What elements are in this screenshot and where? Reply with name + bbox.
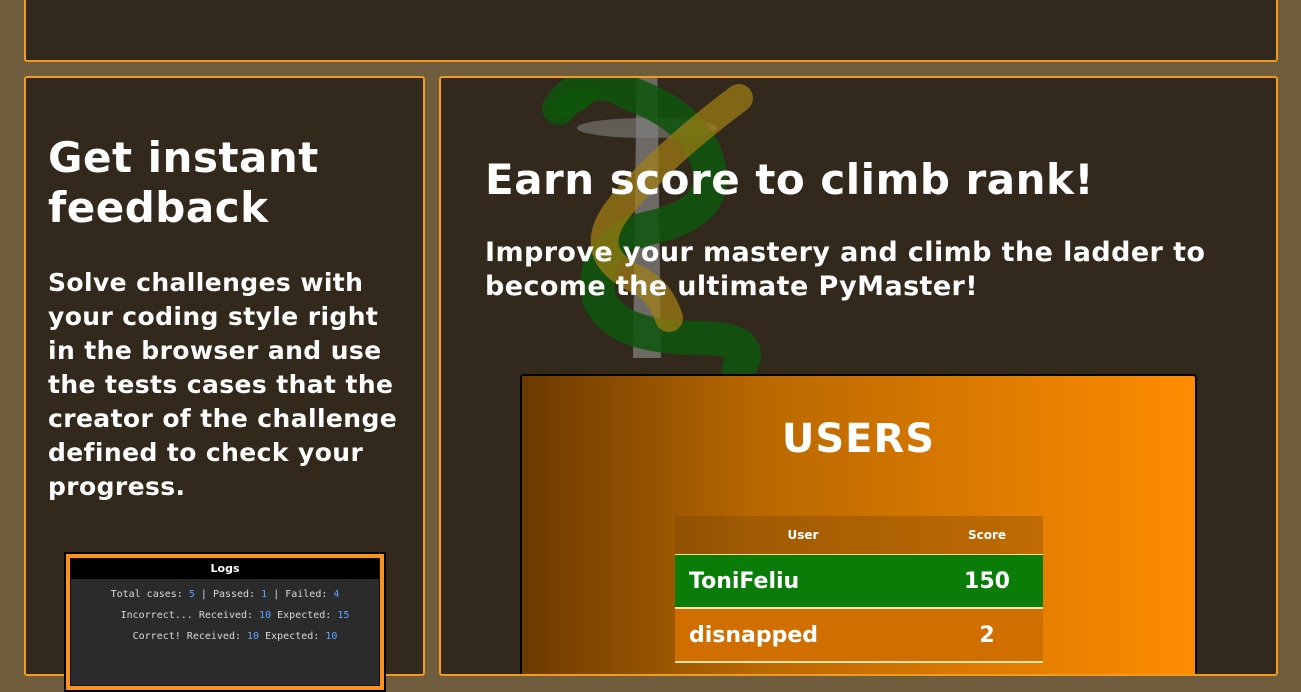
rank-description: Improve your mastery and climb the ladde… (485, 237, 1206, 302)
user-score-cell: 150 (931, 554, 1043, 609)
user-column-header: User (675, 516, 931, 555)
users-title: USERS (781, 416, 936, 462)
log-passed-value: 1 (261, 589, 268, 600)
log-line-summary: Total cases: 5 | Passed: 1 | Failed: 4 (71, 589, 379, 600)
score-column-header: Score (931, 516, 1043, 555)
log-correct-prefix: Correct! Received: (132, 631, 241, 642)
log-total-value: 5 (188, 589, 195, 600)
log-passed-label: | Passed: (200, 589, 256, 600)
rank-title: Earn score to climb rank! (485, 155, 1095, 204)
logs-header: Logs (71, 559, 379, 579)
users-leaderboard-card: USERS User Score ToniFeliu 150 disnapped… (520, 374, 1197, 674)
log-correct-expected-label: Expected: (265, 631, 320, 642)
users-table-header: User Score (675, 516, 1043, 555)
feedback-title: Get instant feedback (48, 133, 319, 232)
rank-panel: Earn score to climb rank! Improve your m… (439, 76, 1278, 676)
top-panel (24, 0, 1278, 62)
users-table: User Score ToniFeliu 150 disnapped 2 (675, 516, 1043, 663)
logs-preview: Logs Total cases: 5 | Passed: 1 | Failed… (64, 552, 386, 692)
log-failed-value: 4 (333, 589, 340, 600)
log-incorrect-expected: 15 (337, 610, 350, 621)
table-row[interactable]: disnapped 2 (675, 608, 1043, 663)
user-name-cell: ToniFeliu (675, 554, 931, 609)
logs-window: Logs Total cases: 5 | Passed: 1 | Failed… (70, 558, 380, 686)
log-line-correct: Correct! Received: 10 Expected: 10 (71, 631, 379, 642)
log-line-incorrect: Incorrect... Received: 10 Expected: 15 (71, 610, 379, 621)
user-name-cell: disnapped (675, 608, 931, 663)
log-incorrect-prefix: Incorrect... Received: (120, 610, 254, 621)
user-score-cell: 2 (931, 608, 1043, 663)
log-total-label: Total cases: (110, 589, 183, 600)
log-incorrect-expected-label: Expected: (277, 610, 332, 621)
log-failed-label: | Failed: (273, 589, 328, 600)
log-incorrect-received: 10 (259, 610, 272, 621)
log-correct-received: 10 (247, 631, 260, 642)
log-correct-expected: 10 (325, 631, 338, 642)
snake-sword-illustration (542, 78, 761, 378)
table-row[interactable]: ToniFeliu 150 (675, 554, 1043, 609)
feedback-description: Solve challenges with your coding style … (48, 268, 398, 501)
feedback-panel: Get instant feedback Solve challenges wi… (24, 76, 425, 692)
